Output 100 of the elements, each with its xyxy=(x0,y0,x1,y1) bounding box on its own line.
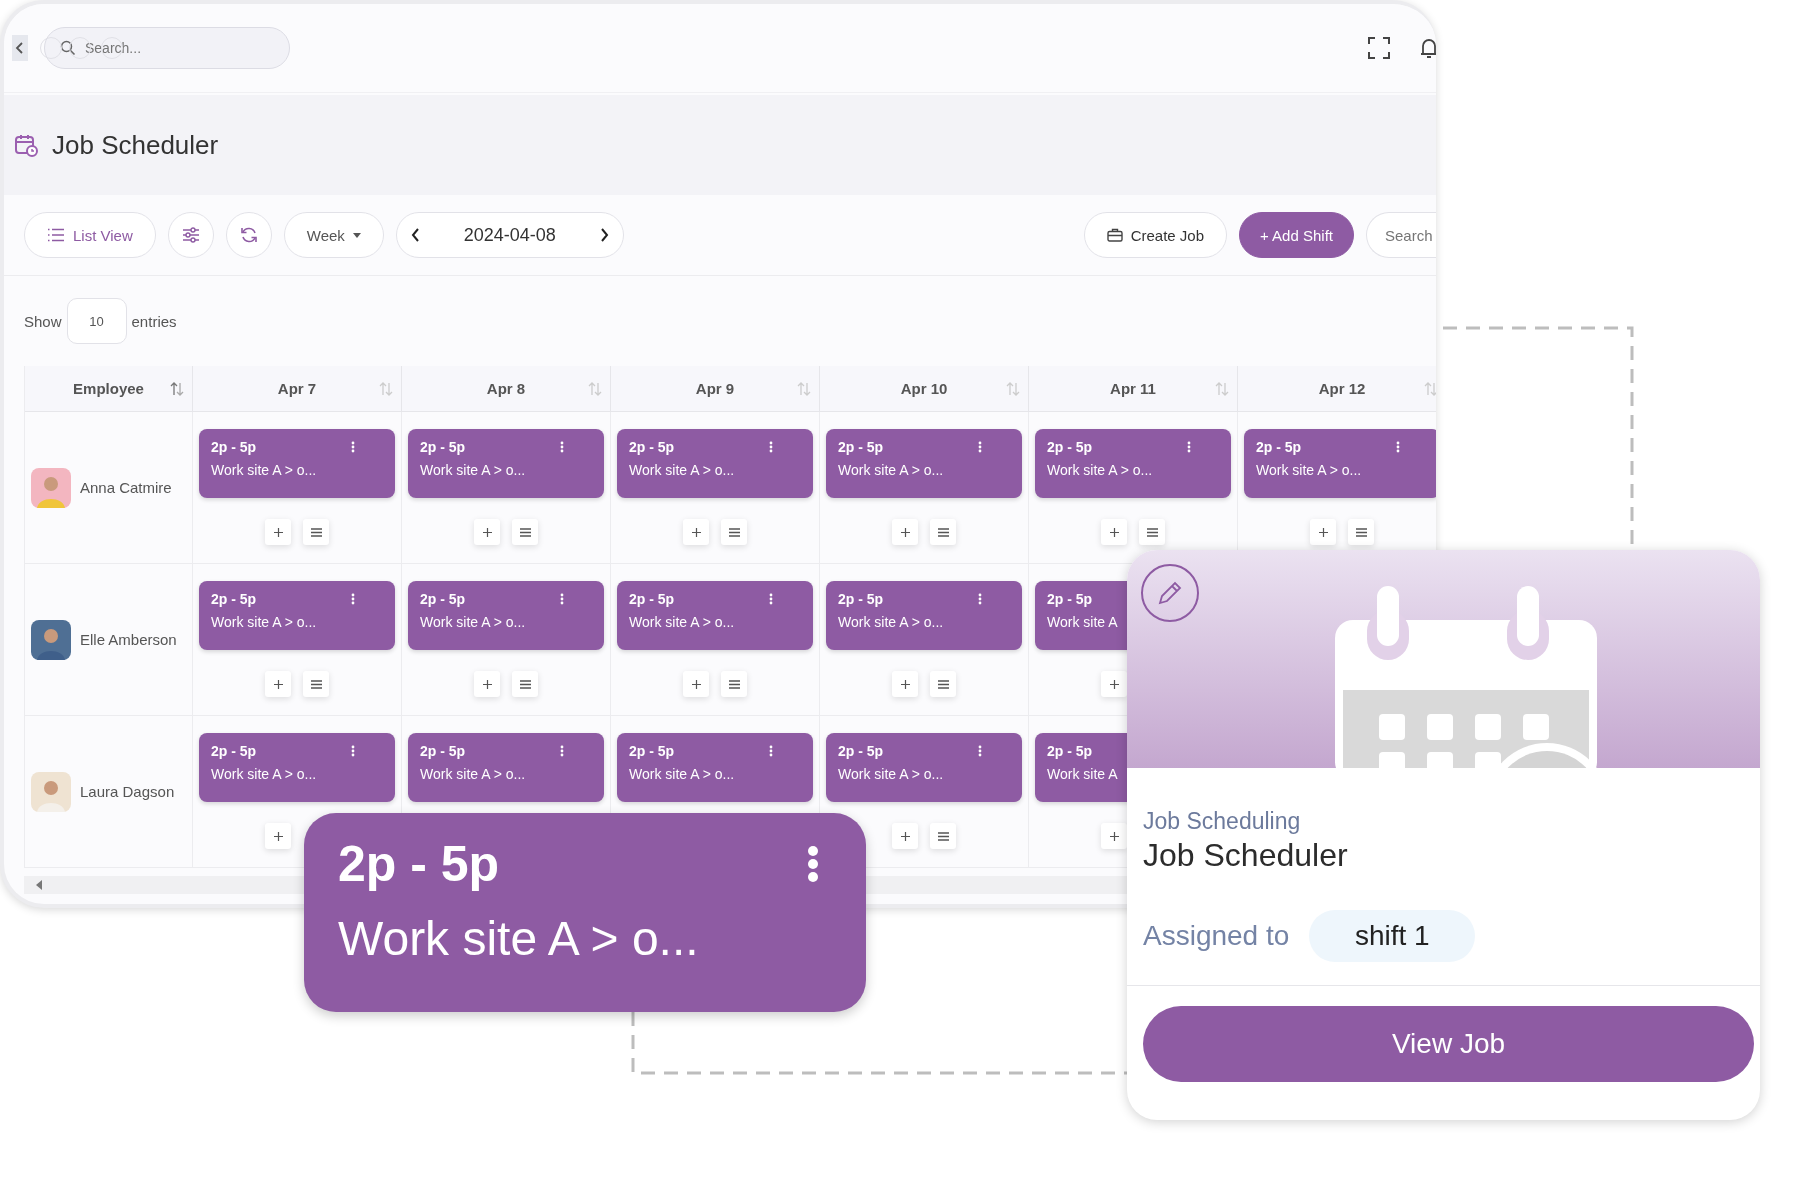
shift-card[interactable]: 2p - 5p Work site A > o... xyxy=(408,581,604,650)
shift-site: Work site A > o... xyxy=(838,614,945,630)
shift-card[interactable]: 2p - 5p Work site A > o... xyxy=(826,733,1022,802)
entries-label: Show xyxy=(24,312,62,330)
more-icon[interactable] xyxy=(351,593,355,605)
list-button[interactable] xyxy=(721,519,747,545)
list-button[interactable] xyxy=(303,671,329,697)
add-button[interactable] xyxy=(1101,519,1127,545)
more-icon[interactable] xyxy=(769,745,773,757)
column-header[interactable]: Apr 12 xyxy=(1238,366,1436,412)
add-button[interactable] xyxy=(1101,823,1127,849)
shift-site: Work site A > o... xyxy=(1047,462,1154,478)
shift-card[interactable]: 2p - 5p Work site A > o... xyxy=(408,429,604,498)
more-icon[interactable] xyxy=(560,745,564,757)
add-button[interactable] xyxy=(683,519,709,545)
list-button[interactable] xyxy=(1348,519,1374,545)
shift-card[interactable]: 2p - 5p Work site A > o... xyxy=(408,733,604,802)
add-button[interactable] xyxy=(474,519,500,545)
list-button[interactable] xyxy=(512,519,538,545)
assigned-tag: shift 1 xyxy=(1309,910,1476,962)
add-button[interactable] xyxy=(265,519,291,545)
list-button[interactable] xyxy=(721,671,747,697)
edit-icon[interactable] xyxy=(1140,563,1200,623)
more-icon[interactable] xyxy=(351,441,355,453)
add-button[interactable] xyxy=(892,823,918,849)
column-header[interactable]: Apr 7 xyxy=(193,366,402,412)
shift-card[interactable]: 2p - 5p Work site A > o... xyxy=(826,429,1022,498)
column-header[interactable]: Apr 9 xyxy=(611,366,820,412)
shift-time: 2p - 5p xyxy=(1047,591,1093,607)
menu-icon xyxy=(728,527,740,537)
add-button[interactable] xyxy=(474,671,500,697)
list-view-button[interactable]: List View xyxy=(24,212,156,258)
shift-card[interactable]: 2p - 5p Work site A > o... xyxy=(617,733,813,802)
more-icon[interactable] xyxy=(560,441,564,453)
filter-button[interactable] xyxy=(167,212,214,258)
search-icon xyxy=(60,40,76,56)
add-shift-button[interactable]: + Add Shift xyxy=(1239,212,1354,258)
view-job-button[interactable]: View Job xyxy=(1143,1006,1754,1082)
more-icon[interactable] xyxy=(978,593,982,605)
filter-icon xyxy=(181,227,200,243)
shift-time: 2p - 5p xyxy=(629,743,675,759)
list-button[interactable] xyxy=(930,519,956,545)
menu-icon xyxy=(937,679,949,689)
more-icon[interactable] xyxy=(769,593,773,605)
column-header[interactable]: Apr 11 xyxy=(1029,366,1238,412)
list-button[interactable] xyxy=(930,671,956,697)
shift-site: Work site A > o... xyxy=(838,766,945,782)
create-job-button[interactable]: Create Job xyxy=(1083,212,1227,258)
more-icon[interactable] xyxy=(1187,441,1191,453)
more-icon[interactable] xyxy=(978,745,982,757)
plus-icon xyxy=(900,831,910,841)
shift-card[interactable]: 2p - 5p Work site A > o... xyxy=(826,581,1022,650)
shift-site: Work site A > o... xyxy=(211,614,318,630)
list-button[interactable] xyxy=(512,671,538,697)
refresh-button[interactable] xyxy=(225,212,272,258)
scroll-left-icon[interactable] xyxy=(36,880,43,890)
more-icon[interactable] xyxy=(1396,441,1400,453)
search-field[interactable]: Search xyxy=(1366,212,1436,258)
shift-card[interactable]: 2p - 5p Work site A > o... xyxy=(199,429,395,498)
more-icon[interactable] xyxy=(769,441,773,453)
sort-icon[interactable] xyxy=(170,382,184,396)
shift-site: Work site A > o... xyxy=(629,462,736,478)
collapse-button[interactable] xyxy=(12,35,28,61)
entries-field[interactable]: 10 xyxy=(66,298,127,344)
fullscreen-icon[interactable] xyxy=(1368,37,1390,59)
list-button[interactable] xyxy=(303,519,329,545)
plus-icon xyxy=(482,679,492,689)
refresh-icon xyxy=(239,226,258,244)
add-button[interactable] xyxy=(1310,519,1336,545)
shift-card[interactable]: 2p - 5p Work site A > o... xyxy=(617,581,813,650)
add-button[interactable] xyxy=(892,519,918,545)
add-button[interactable] xyxy=(1101,671,1127,697)
shift-card[interactable]: 2p - 5p Work site A > o... xyxy=(199,581,395,650)
add-button[interactable] xyxy=(265,671,291,697)
search-field[interactable]: Search... xyxy=(44,27,290,69)
column-header[interactable]: Apr 10 xyxy=(820,366,1029,412)
add-button[interactable] xyxy=(265,823,291,849)
add-button[interactable] xyxy=(892,671,918,697)
plus-icon xyxy=(273,679,283,689)
previous-icon[interactable] xyxy=(410,228,420,242)
column-header[interactable]: Apr 8 xyxy=(402,366,611,412)
more-icon[interactable] xyxy=(560,593,564,605)
shift-card[interactable]: 2p - 5p Work site A > o... xyxy=(199,733,395,802)
list-button[interactable] xyxy=(1139,519,1165,545)
shift-card[interactable]: 2p - 5p Work site A > o... xyxy=(617,429,813,498)
more-icon[interactable] xyxy=(978,441,982,453)
shift-card[interactable]: 2p - 5p Work site A > o... xyxy=(1244,429,1436,498)
week-dropdown[interactable]: Week xyxy=(283,212,384,258)
shift-site: Work site A > o... xyxy=(420,766,527,782)
more-icon[interactable] xyxy=(806,845,820,883)
bell-icon[interactable] xyxy=(1420,37,1436,59)
column-header[interactable]: Employee xyxy=(25,366,193,412)
shift-site: Work site A xyxy=(1047,766,1119,782)
list-button[interactable] xyxy=(930,823,956,849)
more-icon[interactable] xyxy=(351,745,355,757)
add-button[interactable] xyxy=(683,671,709,697)
next-icon[interactable] xyxy=(599,228,609,242)
menu-icon xyxy=(519,679,531,689)
shift-time: 2p - 5p xyxy=(629,591,675,607)
shift-card[interactable]: 2p - 5p Work site A > o... xyxy=(1035,429,1231,498)
